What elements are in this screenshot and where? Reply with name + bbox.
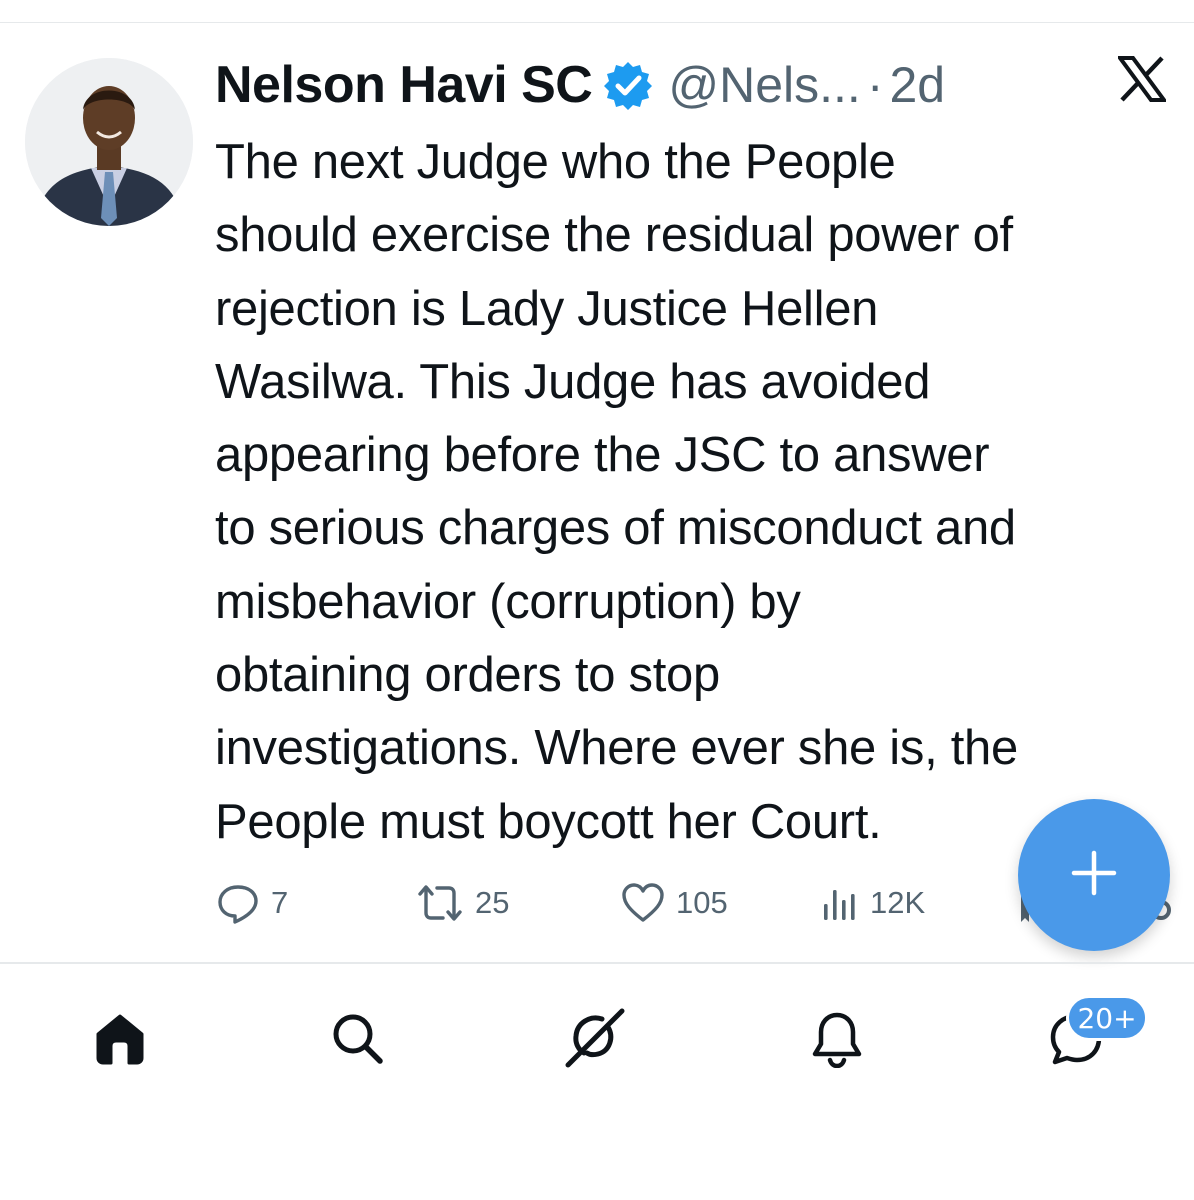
- heart-icon: [620, 880, 666, 926]
- reply-button[interactable]: 7: [215, 870, 288, 936]
- nav-grok[interactable]: [560, 1005, 630, 1075]
- plus-icon: [1070, 849, 1118, 902]
- avatar-image: [25, 58, 193, 226]
- tweet-header: Nelson Havi SC @Nels... · 2d: [215, 50, 1115, 120]
- tweet-text: The next Judge who the People should exe…: [215, 126, 1185, 859]
- views-chart-icon: [820, 880, 860, 926]
- nav-notifications[interactable]: [802, 1005, 872, 1075]
- tweet-line: Wasilwa. This Judge has avoided: [215, 354, 931, 409]
- tweet-line: to serious charges of misconduct and: [215, 501, 1016, 556]
- tweet-line: The next Judge who the People: [215, 135, 896, 189]
- repost-count: 25: [475, 885, 510, 920]
- bell-icon: [807, 1008, 867, 1073]
- repost-icon: [415, 880, 465, 926]
- verified-badge-icon: [602, 59, 654, 111]
- author-name[interactable]: Nelson Havi SC: [215, 55, 593, 115]
- grok-icon: [560, 1003, 630, 1078]
- repost-button[interactable]: 25: [415, 870, 509, 936]
- bottom-divider: [0, 962, 1194, 964]
- author-avatar[interactable]: [25, 58, 193, 226]
- x-logo-icon: [1116, 56, 1168, 102]
- tweet-line: investigations. Where ever she is, the: [215, 721, 1018, 776]
- tweet-line: misbehavior (corruption) by: [215, 574, 801, 629]
- home-icon: [90, 1008, 150, 1073]
- tweet-line: should exercise the residual power of: [215, 208, 1013, 263]
- messages-count-badge: 20+: [1066, 995, 1148, 1041]
- tweet-line: appearing before the JSC to answer: [215, 428, 990, 483]
- author-handle[interactable]: @Nels...: [668, 56, 860, 114]
- reply-count: 7: [271, 885, 289, 920]
- nav-search[interactable]: [322, 1005, 392, 1075]
- reply-icon: [215, 880, 261, 926]
- header-separator: ·: [866, 57, 884, 113]
- top-divider: [0, 22, 1194, 23]
- search-icon: [327, 1008, 387, 1073]
- compose-button[interactable]: [1018, 799, 1170, 951]
- tweet-line: rejection is Lady Justice Hellen: [215, 281, 879, 336]
- tweet-line: obtaining orders to stop: [215, 648, 720, 703]
- like-count: 105: [676, 885, 728, 920]
- views-button[interactable]: 12K: [820, 870, 925, 936]
- like-button[interactable]: 105: [620, 870, 728, 936]
- tweet-time[interactable]: 2d: [889, 56, 945, 114]
- views-count: 12K: [870, 885, 926, 920]
- nav-home[interactable]: [85, 1005, 155, 1075]
